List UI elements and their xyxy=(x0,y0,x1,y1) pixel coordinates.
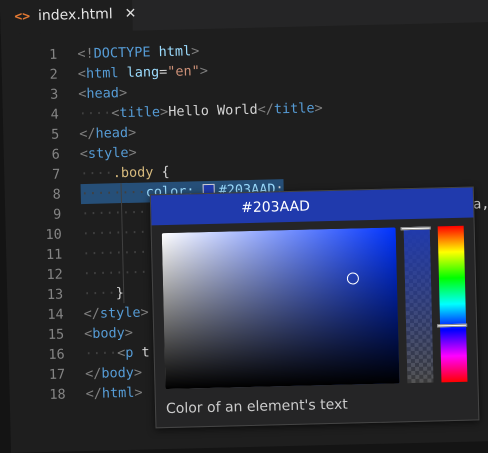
line-number: 11 xyxy=(45,246,63,263)
line-number: 4 xyxy=(50,106,60,123)
code-text: ····} xyxy=(83,283,124,304)
code-token: style xyxy=(99,304,141,322)
line-number: 13 xyxy=(46,286,64,303)
code-token: ···· xyxy=(80,165,113,183)
code-token: title xyxy=(273,100,315,118)
code-token: t xyxy=(133,344,150,361)
code-token: body xyxy=(101,364,135,382)
line-number: 8 xyxy=(52,186,61,203)
code-token: { xyxy=(153,163,170,181)
code-token: style xyxy=(87,144,129,162)
code-token: </ xyxy=(84,365,102,383)
line-number: 9 xyxy=(52,206,62,223)
hue-slider[interactable] xyxy=(437,225,468,383)
opacity-slider[interactable] xyxy=(400,226,434,384)
code-token: ···· xyxy=(78,105,112,123)
code-token: > xyxy=(118,84,128,102)
code-token: ···· xyxy=(84,345,118,363)
tab-label: index.html xyxy=(37,6,113,25)
code-text: ····<p t xyxy=(84,342,150,364)
saturation-handle[interactable] xyxy=(346,272,359,285)
code-token: lang xyxy=(126,64,160,81)
code-token: head xyxy=(95,124,129,142)
code-token: ········ xyxy=(80,184,146,203)
code-token: > xyxy=(124,324,134,342)
code-token: </ xyxy=(83,305,101,323)
code-token: "en" xyxy=(167,63,200,80)
screen: <> index.html ✕ 1 <!DOCTYPE html> 2 <html l… xyxy=(0,0,488,453)
code-token: > xyxy=(199,62,209,80)
html-file-icon: <> xyxy=(14,8,31,25)
code-token: DOCTYPE xyxy=(93,44,151,62)
line-number: 18 xyxy=(49,386,66,403)
line-number: 10 xyxy=(45,226,62,243)
code-text: <body> xyxy=(84,323,133,344)
code-token: ········ xyxy=(81,204,147,223)
code-token: > xyxy=(314,100,323,117)
code-text: <style> xyxy=(80,143,137,164)
color-picker-header[interactable]: #203AAD xyxy=(150,187,474,226)
line-number: 1 xyxy=(49,46,58,63)
code-text: </html> xyxy=(85,383,142,404)
code-token: ········ xyxy=(82,244,148,263)
code-token: > xyxy=(134,384,143,401)
code-token: a, xyxy=(472,196,488,213)
line-number: 2 xyxy=(49,66,59,83)
code-token: ········ xyxy=(81,224,147,243)
close-icon[interactable]: ✕ xyxy=(124,6,136,22)
code-token: html xyxy=(85,65,119,82)
code-token: > xyxy=(133,364,143,381)
code-token: > xyxy=(127,124,137,141)
line-number: 14 xyxy=(47,306,64,323)
code-token: > xyxy=(140,304,149,321)
code-token: ········ xyxy=(82,264,148,283)
color-picker-hint: Color of an element's text xyxy=(165,396,348,418)
code-token: ···· xyxy=(83,285,116,303)
code-token: </ xyxy=(257,101,275,118)
code-token: html xyxy=(101,384,135,402)
line-number: 6 xyxy=(51,146,60,163)
line-number: 17 xyxy=(48,366,66,383)
code-token: > xyxy=(128,144,137,161)
color-picker[interactable]: #203AAD Color of an element's text xyxy=(149,186,480,429)
code-text: ········ xyxy=(81,202,147,224)
line-number: 3 xyxy=(49,86,59,103)
code-token: <! xyxy=(77,45,94,63)
line-number: 7 xyxy=(51,166,61,183)
code-text: ········ xyxy=(81,222,147,244)
saturation-brightness-box[interactable] xyxy=(161,227,400,390)
code-token: title xyxy=(119,104,161,122)
line-number: 15 xyxy=(47,326,65,343)
code-token: html xyxy=(158,43,192,61)
line-number: 5 xyxy=(50,126,60,143)
code-token: .body xyxy=(112,164,154,182)
code-text: </body> xyxy=(85,363,142,384)
code-token: Hello World xyxy=(168,101,258,120)
code-text: </head> xyxy=(79,123,136,144)
code-text: ········ xyxy=(82,242,148,264)
code-token: </ xyxy=(85,385,103,403)
tab-index-html[interactable]: <> index.html ✕ xyxy=(0,0,137,34)
code-token: head xyxy=(86,85,120,102)
opacity-gradient xyxy=(403,226,434,384)
code-text: ····.body { xyxy=(80,162,170,184)
tab-bar: <> index.html ✕ xyxy=(0,0,488,34)
code-editor[interactable]: <> index.html ✕ 1 <!DOCTYPE html> 2 <html l… xyxy=(0,0,488,453)
code-text: <head> xyxy=(78,83,127,104)
code-text: </style> xyxy=(83,302,149,324)
code-text: ········ xyxy=(82,262,148,284)
hue-slider-handle[interactable] xyxy=(437,323,468,328)
code-token: </ xyxy=(79,125,96,143)
code-token: > xyxy=(190,43,200,60)
line-number: 16 xyxy=(48,346,65,363)
code-token: body xyxy=(92,325,126,342)
line-number: 12 xyxy=(46,266,63,283)
